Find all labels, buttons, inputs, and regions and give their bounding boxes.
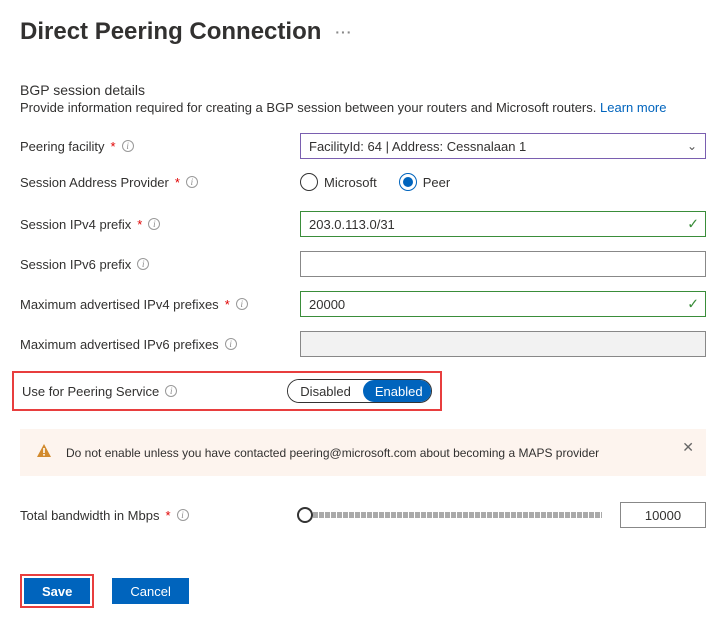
warning-text: Do not enable unless you have contacted … — [66, 446, 599, 460]
valid-check-icon: ✓ — [687, 296, 699, 313]
warning-icon — [36, 443, 52, 462]
close-icon[interactable]: ✕ — [682, 439, 694, 456]
session-provider-radios: Microsoft Peer — [300, 173, 706, 191]
info-icon[interactable]: i — [236, 298, 248, 310]
page-title: Direct Peering Connection ··· — [20, 18, 706, 46]
required-icon: * — [225, 297, 230, 312]
ipv4-prefix-input[interactable]: 203.0.113.0/31 ✓ — [300, 211, 706, 237]
max-v6-label: Maximum advertised IPv6 prefixes — [20, 337, 219, 352]
save-button[interactable]: Save — [24, 578, 90, 604]
learn-more-link[interactable]: Learn more — [600, 100, 666, 115]
use-peering-highlight: Use for Peering Service i Disabled Enabl… — [12, 371, 442, 411]
info-icon[interactable]: i — [186, 176, 198, 188]
max-v4-label: Maximum advertised IPv4 prefixes — [20, 297, 219, 312]
session-provider-label: Session Address Provider — [20, 175, 169, 190]
section-desc: Provide information required for creatin… — [20, 100, 706, 115]
max-v6-input — [300, 331, 706, 357]
provider-radio-microsoft[interactable]: Microsoft — [300, 173, 377, 191]
toggle-enabled[interactable]: Enabled — [363, 380, 432, 402]
required-icon: * — [165, 508, 170, 523]
radio-icon — [399, 173, 417, 191]
info-icon[interactable]: i — [225, 338, 237, 350]
info-icon[interactable]: i — [177, 509, 189, 521]
more-icon[interactable]: ··· — [335, 24, 352, 40]
info-icon[interactable]: i — [122, 140, 134, 152]
bandwidth-slider[interactable] — [300, 512, 602, 518]
info-icon[interactable]: i — [137, 258, 149, 270]
save-highlight: Save — [20, 574, 94, 608]
info-icon[interactable]: i — [148, 218, 160, 230]
chevron-down-icon: ⌄ — [687, 139, 697, 153]
bandwidth-label: Total bandwidth in Mbps — [20, 508, 159, 523]
required-icon: * — [111, 139, 116, 154]
info-icon[interactable]: i — [165, 385, 177, 397]
valid-check-icon: ✓ — [687, 216, 699, 233]
facility-label: Peering facility — [20, 139, 105, 154]
facility-select[interactable]: FacilityId: 64 | Address: Cessnalaan 1 ⌄ — [300, 133, 706, 159]
provider-radio-peer[interactable]: Peer — [399, 173, 450, 191]
section-title: BGP session details — [20, 82, 706, 98]
use-peering-label: Use for Peering Service — [22, 384, 159, 399]
max-v4-input[interactable]: 20000 ✓ — [300, 291, 706, 317]
slider-thumb[interactable] — [297, 507, 313, 523]
ipv4-prefix-label: Session IPv4 prefix — [20, 217, 131, 232]
ipv6-prefix-input[interactable] — [300, 251, 706, 277]
radio-icon — [300, 173, 318, 191]
cancel-button[interactable]: Cancel — [112, 578, 188, 604]
peering-service-toggle[interactable]: Disabled Enabled — [287, 379, 432, 403]
warning-banner: Do not enable unless you have contacted … — [20, 429, 706, 476]
required-icon: * — [175, 175, 180, 190]
bandwidth-value[interactable]: 10000 — [620, 502, 706, 528]
ipv6-prefix-label: Session IPv6 prefix — [20, 257, 131, 272]
required-icon: * — [137, 217, 142, 232]
toggle-disabled[interactable]: Disabled — [288, 380, 363, 402]
